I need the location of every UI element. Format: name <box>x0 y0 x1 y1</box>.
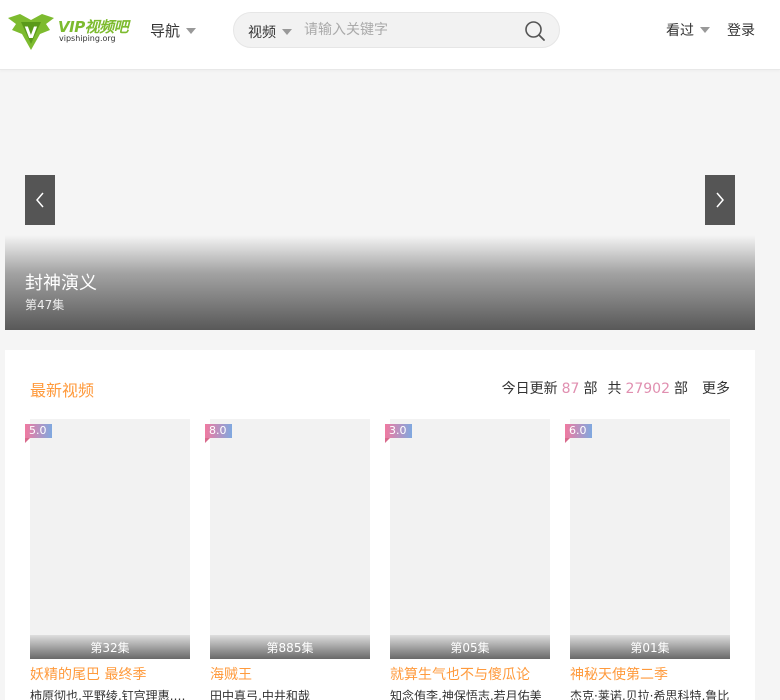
banner-episode: 第47集 <box>25 298 65 312</box>
search-bar: 视频 <box>233 12 560 48</box>
search-icon[interactable] <box>524 20 546 42</box>
history-label: 看过 <box>666 23 694 39</box>
video-poster[interactable]: 第32集 <box>30 419 190 659</box>
chevron-right-icon <box>716 192 724 208</box>
episode-label: 第05集 <box>450 641 490 655</box>
top-header: V VIP视频吧 vipshiping.org 导航 视频 看过 登录 <box>0 0 780 70</box>
section-title: 最新视频 <box>30 381 95 400</box>
logo-shield-icon: V <box>8 14 54 50</box>
site-logo[interactable]: V VIP视频吧 vipshiping.org <box>6 10 129 54</box>
total-unit: 部 <box>674 381 688 397</box>
chevron-down-icon <box>186 27 197 34</box>
episode-label: 第885集 <box>266 641 314 655</box>
logo-subtext: vipshiping.org <box>59 34 116 43</box>
latest-videos-section: 最新视频 今日更新 87 部 共 27902 部 更多 第32集 5.0 妖精的… <box>5 350 755 700</box>
score-badge-tail <box>205 438 210 443</box>
today-count: 87 <box>561 381 580 397</box>
video-poster[interactable]: 第885集 <box>210 419 370 659</box>
episode-label: 第32集 <box>90 641 130 655</box>
score-badge-tail <box>385 438 390 443</box>
video-actors: 柿原彻也,平野绫,钉宫理惠,大原沙耶香 <box>30 689 190 700</box>
today-label: 今日更新 <box>501 381 558 397</box>
video-title[interactable]: 妖精的尾巴 最终季 <box>30 664 190 684</box>
slider-next-button[interactable] <box>705 175 735 225</box>
video-poster[interactable]: 第01集 <box>570 419 730 659</box>
total-label: 共 <box>607 381 622 397</box>
login-link[interactable]: 登录 <box>727 20 755 40</box>
chevron-left-icon <box>36 192 44 208</box>
score-badge-tail <box>25 438 30 443</box>
video-title[interactable]: 海贼王 <box>210 664 370 684</box>
video-actors: 田中真弓,中井和哉 <box>210 689 310 700</box>
chevron-down-icon <box>700 27 710 33</box>
today-unit: 部 <box>583 381 598 397</box>
video-card[interactable]: 第32集 5.0 妖精的尾巴 最终季 柿原彻也,平野绫,钉宫理惠,大原沙耶香 <box>25 419 190 700</box>
more-link[interactable]: 更多 <box>702 378 730 398</box>
score-badge: 3.0 <box>385 424 412 438</box>
score-badge-tail <box>565 438 570 443</box>
update-stats: 今日更新 87 部 共 27902 部 更多 <box>502 378 730 398</box>
banner-slider[interactable]: 封神演义 第47集 <box>5 92 755 330</box>
search-type-label: 视频 <box>248 25 276 41</box>
nav-label: 导航 <box>150 22 181 40</box>
chevron-down-icon <box>282 29 292 35</box>
video-card[interactable]: 第885集 8.0 海贼王 田中真弓,中井和哉 <box>205 419 370 700</box>
video-actors: 杰克·莱诺,贝拉·希思科特,鲁比 <box>570 689 730 700</box>
video-title[interactable]: 就算生气也不与傻瓜论 <box>390 664 550 684</box>
slider-prev-button[interactable] <box>25 175 55 225</box>
nav-dropdown[interactable]: 导航 <box>150 20 197 41</box>
video-title[interactable]: 神秘天使第二季 <box>570 664 730 684</box>
video-poster[interactable]: 第05集 <box>390 419 550 659</box>
svg-text:V: V <box>25 23 38 42</box>
search-input[interactable] <box>304 18 514 42</box>
banner-title: 封神演义 <box>25 273 97 294</box>
video-card[interactable]: 第01集 6.0 神秘天使第二季 杰克·莱诺,贝拉·希思科特,鲁比 <box>565 419 730 700</box>
episode-label: 第01集 <box>630 641 670 655</box>
history-dropdown[interactable]: 看过 <box>666 20 710 40</box>
total-count: 27902 <box>625 381 670 397</box>
video-actors: 知念侑李,神保悟志,若月佑美 <box>390 689 542 700</box>
video-card[interactable]: 第05集 3.0 就算生气也不与傻瓜论 知念侑李,神保悟志,若月佑美 <box>385 419 550 700</box>
banner-caption-overlay <box>5 235 755 330</box>
score-badge: 5.0 <box>25 424 52 438</box>
score-badge: 8.0 <box>205 424 232 438</box>
score-badge: 6.0 <box>565 424 592 438</box>
search-type-select[interactable]: 视频 <box>248 22 292 42</box>
